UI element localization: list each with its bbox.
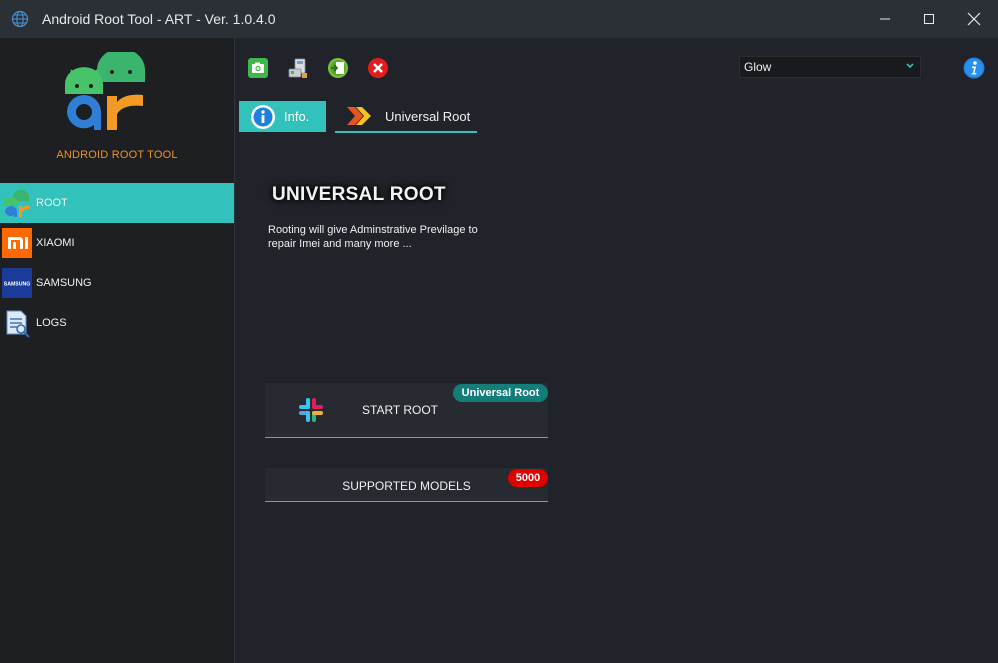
slack-icon [299, 398, 323, 422]
minimize-button[interactable] [862, 0, 908, 38]
maximize-button[interactable] [906, 0, 952, 38]
sidebar: ANDROID ROOT TOOL ROOT XIAOMI SAMSUNG SA… [0, 38, 235, 663]
close-icon [967, 12, 981, 26]
window-title: Android Root Tool - ART - Ver. 1.0.4.0 [42, 11, 276, 27]
sidebar-item-label: ROOT [36, 197, 68, 209]
logo-caption: ANDROID ROOT TOOL [56, 149, 178, 161]
samsung-icon: SAMSUNG [2, 268, 32, 298]
app-logo [65, 52, 145, 130]
logs-icon [2, 308, 32, 338]
sidebar-item-label: LOGS [36, 317, 67, 329]
sidebar-item-label: XIAOMI [36, 237, 75, 249]
universal-root-badge: Universal Root [453, 384, 548, 402]
close-button[interactable] [951, 0, 997, 38]
start-root-label: START ROOT [362, 403, 439, 417]
tab-universal-root[interactable]: Universal Root [335, 101, 477, 133]
theme-select-value: Glow [744, 60, 772, 74]
models-count-badge: 5000 [508, 469, 548, 487]
supported-models-label: SUPPORTED MODELS [342, 478, 471, 493]
device-manager-icon[interactable] [287, 57, 309, 79]
info-icon[interactable] [963, 57, 985, 79]
description-text: Rooting will give Adminstrative Previlag… [268, 224, 478, 250]
page-title: UNIVERSAL ROOT [272, 184, 446, 205]
export-icon[interactable] [327, 57, 349, 79]
sidebar-item-logs[interactable]: LOGS [0, 303, 234, 343]
theme-select[interactable]: Glow [739, 56, 921, 78]
exit-icon[interactable] [367, 57, 389, 79]
globe-icon [11, 10, 29, 28]
tab-label: Info. [284, 109, 310, 124]
info-circle-icon [251, 104, 275, 129]
tab-info[interactable]: Info. [239, 101, 326, 132]
maximize-icon [924, 14, 934, 24]
sidebar-item-label: SAMSUNG [36, 277, 92, 289]
minimize-icon [880, 18, 890, 20]
android-root-icon [2, 188, 32, 218]
tab-label: Universal Root [385, 108, 471, 124]
chevron-down-icon [906, 63, 914, 69]
sidebar-item-samsung[interactable]: SAMSUNG SAMSUNG [0, 263, 234, 303]
sidebar-item-root[interactable]: ROOT [0, 183, 234, 223]
double-chevron-right-icon [347, 107, 371, 125]
sidebar-item-xiaomi[interactable]: XIAOMI [0, 223, 234, 263]
xiaomi-icon [2, 228, 32, 258]
supported-models-button[interactable]: SUPPORTED MODELS [265, 468, 548, 502]
title-bar: Android Root Tool - ART - Ver. 1.0.4.0 [0, 0, 998, 38]
camera-icon[interactable] [247, 57, 269, 79]
svg-text:SAMSUNG: SAMSUNG [4, 282, 31, 288]
